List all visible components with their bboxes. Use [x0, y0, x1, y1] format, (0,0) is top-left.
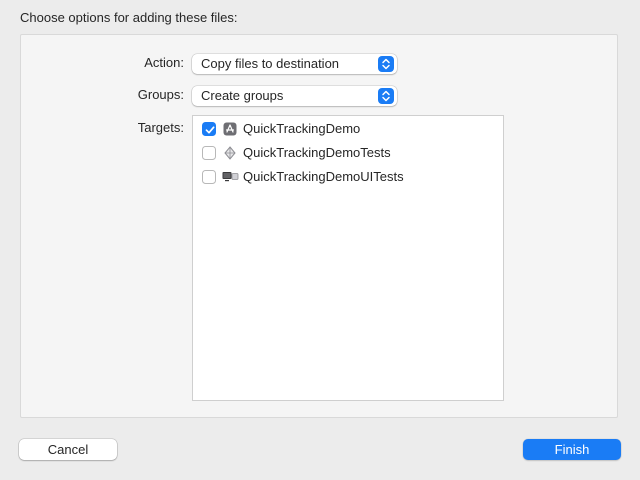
target-name: QuickTrackingDemoUITests	[243, 169, 404, 184]
targets-list[interactable]: QuickTrackingDemo QuickTrackingDemoTests	[192, 115, 504, 401]
groups-label: Groups:	[137, 87, 184, 102]
target-checkbox[interactable]	[202, 146, 216, 160]
app-target-icon	[222, 122, 238, 136]
groups-popup[interactable]: Create groups	[192, 86, 397, 106]
popup-arrows-icon	[378, 88, 394, 104]
action-popup-value: Copy files to destination	[201, 56, 340, 71]
target-checkbox-checked[interactable]	[202, 122, 216, 136]
target-row[interactable]: QuickTrackingDemoTests	[193, 142, 503, 164]
options-panel: Action: Copy files to destination Groups…	[20, 34, 618, 418]
targets-label: Targets:	[137, 120, 184, 135]
action-popup[interactable]: Copy files to destination	[192, 54, 397, 74]
ui-test-target-icon	[222, 170, 239, 184]
finish-button[interactable]: Finish	[523, 439, 621, 460]
target-name: QuickTrackingDemoTests	[243, 145, 391, 160]
action-label: Action:	[144, 55, 184, 70]
target-row[interactable]: QuickTrackingDemo	[193, 118, 503, 140]
unit-test-target-icon	[222, 146, 238, 160]
target-row[interactable]: QuickTrackingDemoUITests	[193, 166, 503, 188]
target-name: QuickTrackingDemo	[243, 121, 361, 136]
target-checkbox[interactable]	[202, 170, 216, 184]
cancel-button[interactable]: Cancel	[19, 439, 117, 460]
sheet-title: Choose options for adding these files:	[20, 10, 238, 25]
groups-popup-value: Create groups	[201, 88, 284, 103]
popup-arrows-icon	[378, 56, 394, 72]
